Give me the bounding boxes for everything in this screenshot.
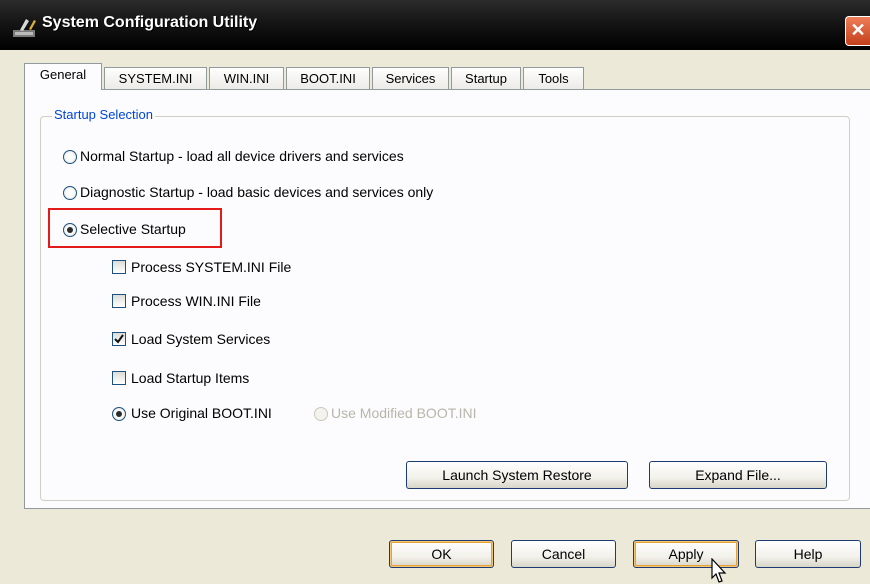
app-icon — [13, 19, 36, 37]
check-mark-icon — [114, 334, 124, 344]
tab-tools[interactable]: Tools — [523, 67, 584, 89]
checkbox-label: Load System Services — [131, 331, 271, 347]
tab-win-ini[interactable]: WIN.INI — [209, 67, 284, 89]
checkbox[interactable] — [112, 371, 126, 385]
checkbox-label: Process WIN.INI File — [131, 293, 261, 309]
launch-system-restore-button[interactable]: Launch System Restore — [406, 461, 628, 489]
startup-selection-legend: Startup Selection — [52, 107, 156, 122]
expand-file-button[interactable]: Expand File... — [649, 461, 827, 489]
radio-label: Normal Startup - load all device drivers… — [80, 148, 404, 164]
title-bar[interactable]: System Configuration Utility ✕ — [0, 0, 870, 50]
close-button[interactable]: ✕ — [845, 16, 870, 46]
checkbox-label: Process SYSTEM.INI File — [131, 259, 292, 275]
help-button[interactable]: Help — [755, 540, 861, 568]
checkbox[interactable] — [112, 260, 126, 274]
tab-services[interactable]: Services — [372, 67, 449, 89]
checkbox-label: Load Startup Items — [131, 370, 250, 386]
checkbox[interactable] — [112, 332, 126, 346]
close-icon: ✕ — [850, 20, 866, 40]
radio-label: Use Modified BOOT.INI — [331, 405, 477, 421]
tab-startup[interactable]: Startup — [451, 67, 521, 89]
radio-button[interactable] — [314, 407, 328, 421]
radio-button[interactable] — [112, 407, 126, 421]
system-configuration-window: System Configuration Utility ✕ General S… — [0, 0, 870, 584]
radio-label: Diagnostic Startup - load basic devices … — [80, 184, 434, 200]
checkbox[interactable] — [112, 294, 126, 308]
tab-system-ini[interactable]: SYSTEM.INI — [104, 67, 207, 89]
radio-button[interactable] — [63, 186, 77, 200]
radio-button[interactable] — [63, 150, 77, 164]
highlight-box — [48, 208, 222, 248]
mouse-pointer-icon — [711, 558, 727, 583]
tab-boot-ini[interactable]: BOOT.INI — [286, 67, 370, 89]
tab-general[interactable]: General — [24, 63, 102, 90]
cancel-button[interactable]: Cancel — [511, 540, 616, 568]
ok-button[interactable]: OK — [389, 540, 494, 568]
window-title: System Configuration Utility — [42, 14, 258, 31]
radio-label: Use Original BOOT.INI — [131, 405, 272, 421]
